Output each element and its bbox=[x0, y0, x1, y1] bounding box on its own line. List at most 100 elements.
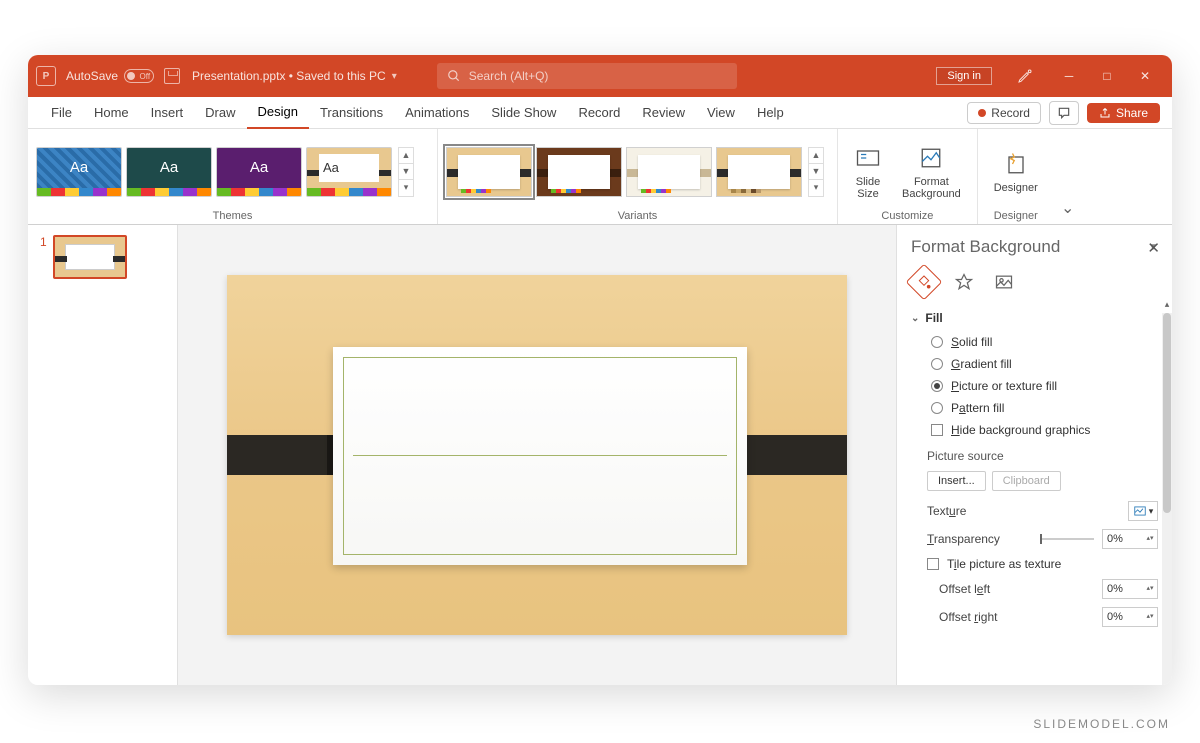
variant-thumb[interactable] bbox=[446, 147, 532, 197]
autosave-toggle[interactable]: AutoSave Off bbox=[66, 69, 154, 83]
designer-label: Designer bbox=[994, 182, 1038, 194]
variant-thumb[interactable] bbox=[626, 147, 712, 197]
share-button[interactable]: Share bbox=[1087, 103, 1160, 123]
tab-review[interactable]: Review bbox=[631, 97, 696, 129]
minimize-button[interactable]: ─ bbox=[1050, 55, 1088, 97]
coming-soon-icon[interactable] bbox=[1006, 55, 1044, 97]
sign-in-button[interactable]: Sign in bbox=[936, 67, 992, 85]
transparency-label: Transparency bbox=[927, 532, 1032, 546]
designer-button[interactable]: Designer bbox=[986, 137, 1046, 207]
theme-thumb[interactable]: Aa bbox=[216, 147, 302, 197]
tab-help[interactable]: Help bbox=[746, 97, 795, 129]
search-input[interactable]: Search (Alt+Q) bbox=[437, 63, 737, 89]
autosave-label: AutoSave bbox=[66, 69, 118, 83]
radio-label: Picture or texture fill bbox=[951, 379, 1057, 393]
maximize-button[interactable]: □ bbox=[1088, 55, 1126, 97]
tab-insert[interactable]: Insert bbox=[140, 97, 195, 129]
pane-title: Format Background bbox=[911, 237, 1060, 257]
tab-animations[interactable]: Animations bbox=[394, 97, 480, 129]
toggle-switch[interactable]: Off bbox=[124, 69, 154, 83]
chevron-down-icon[interactable]: ▾ bbox=[392, 71, 397, 82]
record-label: Record bbox=[991, 106, 1030, 120]
variant-thumb[interactable] bbox=[716, 147, 802, 197]
save-icon[interactable] bbox=[164, 68, 180, 84]
slide-thumb-1[interactable]: 1 bbox=[28, 235, 177, 279]
format-background-button[interactable]: Format Background bbox=[894, 137, 969, 207]
offset-right-label: Offset right bbox=[939, 610, 1102, 624]
value: 0% bbox=[1107, 583, 1123, 595]
powerpoint-icon: P bbox=[36, 66, 56, 86]
chevron-down-icon: ⌄ bbox=[911, 313, 919, 324]
texture-picker[interactable]: ▾ bbox=[1128, 501, 1158, 521]
value: 0% bbox=[1107, 611, 1123, 623]
search-placeholder: Search (Alt+Q) bbox=[469, 69, 549, 83]
ribbon-tabs: File Home Insert Draw Design Transitions… bbox=[28, 97, 1172, 129]
hide-graphics-checkbox[interactable]: Hide background graphics bbox=[897, 419, 1172, 441]
offset-left-input[interactable]: 0%▴▾ bbox=[1102, 579, 1158, 599]
tab-slideshow[interactable]: Slide Show bbox=[480, 97, 567, 129]
tab-design[interactable]: Design bbox=[247, 97, 309, 129]
pane-scrollbar[interactable]: ▴ bbox=[1162, 313, 1172, 685]
texture-label: Texture bbox=[927, 504, 1128, 518]
tab-home[interactable]: Home bbox=[83, 97, 140, 129]
tab-record[interactable]: Record bbox=[567, 97, 631, 129]
insert-picture-button[interactable]: Insert... bbox=[927, 471, 986, 491]
comments-button[interactable] bbox=[1049, 101, 1079, 125]
variants-gallery-arrows[interactable]: ▲▼▾ bbox=[808, 147, 824, 197]
fill-tab-icon[interactable] bbox=[906, 264, 943, 301]
designer-group: Designer Designer bbox=[978, 129, 1054, 224]
tab-draw[interactable]: Draw bbox=[194, 97, 246, 129]
record-dot-icon bbox=[978, 109, 986, 117]
tab-view[interactable]: View bbox=[696, 97, 746, 129]
tile-checkbox[interactable]: Tile picture as texture bbox=[897, 553, 1172, 575]
collapse-ribbon-button[interactable]: ⌄ bbox=[1054, 129, 1082, 224]
themes-group: Aa Aa Aa Aa ▲▼▾ Themes bbox=[28, 129, 438, 224]
radio-label: Gradient fill bbox=[951, 357, 1012, 371]
picture-source-label: Picture source bbox=[897, 441, 1172, 467]
themes-gallery-arrows[interactable]: ▲▼▾ bbox=[398, 147, 414, 197]
tab-transitions[interactable]: Transitions bbox=[309, 97, 394, 129]
picture-tab-icon[interactable] bbox=[991, 269, 1017, 295]
pattern-fill-radio[interactable]: Pattern fill bbox=[897, 397, 1172, 419]
close-button[interactable]: ✕ bbox=[1126, 55, 1164, 97]
search-icon bbox=[447, 69, 461, 83]
close-pane-button[interactable]: ✕ bbox=[1147, 239, 1160, 257]
offset-right-input[interactable]: 0%▴▾ bbox=[1102, 607, 1158, 627]
fill-label: Fill bbox=[925, 311, 942, 325]
placeholder-border bbox=[343, 357, 737, 555]
gradient-fill-radio[interactable]: Gradient fill bbox=[897, 353, 1172, 375]
slide-size-button[interactable]: Slide Size bbox=[846, 137, 890, 207]
watermark: SLIDEMODEL.COM bbox=[1033, 717, 1170, 731]
variants-group-label: Variants bbox=[446, 208, 829, 222]
themes-group-label: Themes bbox=[36, 208, 429, 222]
transparency-slider[interactable] bbox=[1040, 538, 1094, 540]
slide-preview bbox=[53, 235, 127, 279]
share-label: Share bbox=[1116, 106, 1148, 120]
theme-thumb[interactable]: Aa bbox=[126, 147, 212, 197]
theme-thumb[interactable]: Aa bbox=[306, 147, 392, 197]
theme-thumb[interactable]: Aa bbox=[36, 147, 122, 197]
effects-tab-icon[interactable] bbox=[951, 269, 977, 295]
variant-thumb[interactable] bbox=[536, 147, 622, 197]
fill-section-header[interactable]: ⌄ Fill bbox=[897, 305, 1172, 331]
document-title[interactable]: Presentation.pptx • Saved to this PC bbox=[192, 69, 386, 83]
slide-number: 1 bbox=[40, 235, 47, 279]
variants-group: ▲▼▾ Variants bbox=[438, 129, 838, 224]
clipboard-button: Clipboard bbox=[992, 471, 1061, 491]
format-bg-label: Format Background bbox=[902, 176, 961, 200]
checkbox-label: Hide background graphics bbox=[951, 423, 1090, 437]
picture-fill-radio[interactable]: Picture or texture fill bbox=[897, 375, 1172, 397]
slide-canvas[interactable] bbox=[178, 225, 896, 685]
record-button[interactable]: Record bbox=[967, 102, 1041, 124]
title-card[interactable] bbox=[333, 347, 747, 565]
slide-thumbnails: 1 bbox=[28, 225, 178, 685]
divider-line bbox=[353, 455, 727, 456]
offset-left-label: Offset left bbox=[939, 582, 1102, 596]
workspace: 1 Format Background ▼ ✕ bbox=[28, 225, 1172, 685]
tab-file[interactable]: File bbox=[40, 97, 83, 129]
solid-fill-radio[interactable]: Solid fill bbox=[897, 331, 1172, 353]
app-window: P AutoSave Off Presentation.pptx • Saved… bbox=[28, 55, 1172, 685]
radio-label: Pattern fill bbox=[951, 401, 1004, 415]
transparency-input[interactable]: 0%▴▾ bbox=[1102, 529, 1158, 549]
ribbon: Aa Aa Aa Aa ▲▼▾ Themes ▲▼▾ Variants bbox=[28, 129, 1172, 225]
